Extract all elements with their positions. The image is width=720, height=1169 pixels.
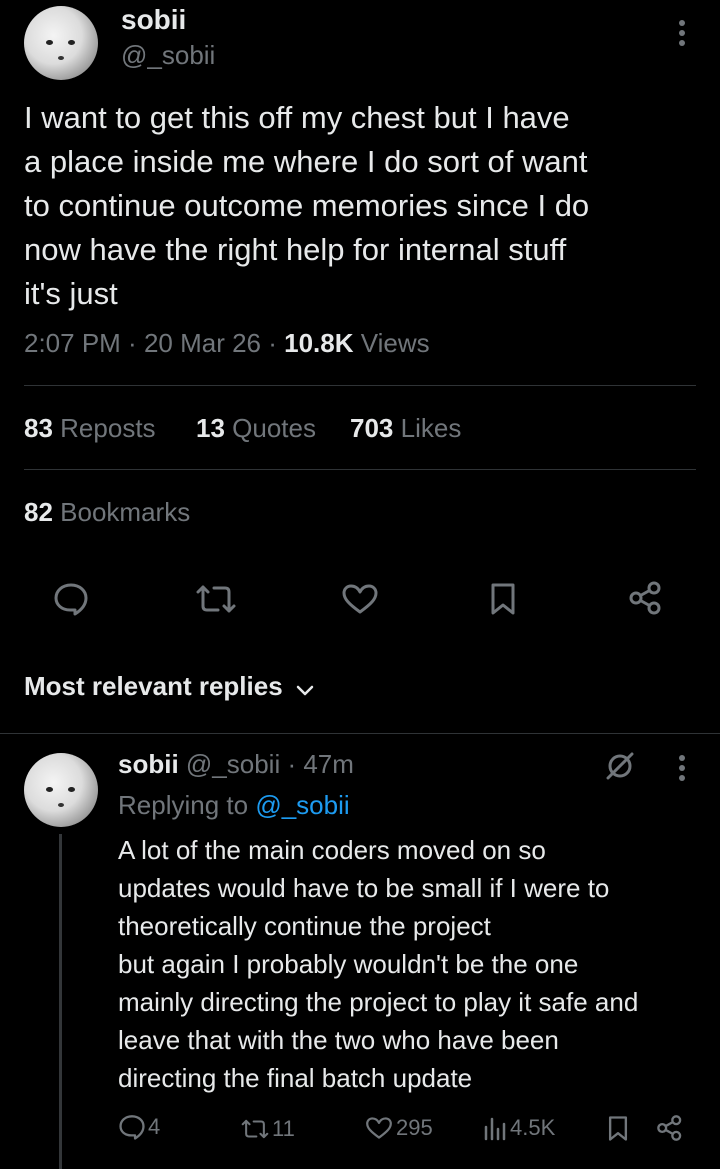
- separator-dot: ·: [120, 328, 144, 358]
- replying-to-label: Replying to: [118, 790, 249, 820]
- reposts-stat[interactable]: 83 Reposts: [24, 413, 156, 444]
- reply-reposts-count: 11: [272, 1116, 295, 1141]
- share-icon[interactable]: [656, 1114, 684, 1142]
- likes-count: 703: [350, 413, 394, 443]
- likes-stat[interactable]: 703 Likes: [350, 413, 461, 444]
- reposts-count: 83: [24, 413, 53, 443]
- reply-text-line: leave that with the two who have been: [118, 1025, 559, 1055]
- tweet-time[interactable]: 2:07 PM: [24, 328, 121, 358]
- grok-icon[interactable]: [604, 750, 636, 782]
- tweet-text-line: to continue outcome memories since I do: [24, 188, 590, 223]
- like-icon: [365, 1116, 393, 1140]
- bookmarks-stat[interactable]: 82 Bookmarks: [24, 497, 190, 528]
- reply-replies-button[interactable]: 4: [118, 1114, 160, 1140]
- avatar-eye: [68, 787, 75, 792]
- reply-age[interactable]: 47m: [303, 749, 354, 779]
- repost-icon[interactable]: [194, 584, 238, 614]
- tweet-date[interactable]: 20 Mar 26: [144, 328, 261, 358]
- reply-views-button[interactable]: 4.5K: [483, 1115, 555, 1141]
- views-icon: [483, 1115, 507, 1141]
- reply-likes-count: 295: [396, 1115, 433, 1140]
- reposts-label: Reposts: [60, 413, 156, 443]
- reply-header: sobii @_sobii · 47m: [118, 749, 354, 780]
- avatar-eye: [68, 40, 75, 45]
- tweet-meta: 2:07 PM · 20 Mar 26 · 10.8K Views: [24, 328, 430, 359]
- more-icon[interactable]: [670, 18, 694, 48]
- reply-text-line: updates would have to be small if I were…: [118, 873, 610, 903]
- replies-sort-label: Most relevant replies: [24, 671, 283, 701]
- reply-avatar[interactable]: [24, 753, 98, 827]
- separator-dot: ·: [261, 328, 285, 358]
- reply-text-line: A lot of the main coders moved on so: [118, 835, 546, 865]
- tweet-text-line: I want to get this off my chest but I ha…: [24, 100, 570, 135]
- reply-icon: [118, 1114, 146, 1140]
- reply-repost-button[interactable]: 11: [240, 1116, 295, 1142]
- replying-to: Replying to @_sobii: [118, 790, 350, 821]
- quotes-stat[interactable]: 13 Quotes: [196, 413, 316, 444]
- reply-icon[interactable]: [53, 582, 89, 616]
- bookmark-icon[interactable]: [607, 1115, 629, 1142]
- thread-line: [59, 834, 62, 1169]
- tweet-text-line: it's just: [24, 276, 118, 311]
- quotes-count: 13: [196, 413, 225, 443]
- author-avatar[interactable]: [24, 6, 98, 80]
- reply-text: A lot of the main coders moved on so upd…: [118, 831, 638, 1097]
- repost-icon: [240, 1118, 270, 1140]
- author-name[interactable]: sobii: [121, 4, 186, 36]
- bookmark-icon[interactable]: [489, 582, 517, 616]
- separator-dot: ·: [280, 749, 304, 779]
- reply-more-icon[interactable]: [670, 753, 694, 783]
- reply-text-line: mainly directing the project to play it …: [118, 987, 639, 1017]
- likes-label: Likes: [400, 413, 462, 443]
- author-handle[interactable]: @_sobii: [121, 40, 215, 71]
- tweet-text-line: a place inside me where I do sort of wan…: [24, 144, 588, 179]
- reply-like-button[interactable]: 295: [365, 1115, 433, 1141]
- avatar-nose: [58, 803, 64, 807]
- avatar-nose: [58, 56, 64, 60]
- quotes-label: Quotes: [232, 413, 316, 443]
- chevron-down-icon: [295, 684, 315, 698]
- like-icon[interactable]: [341, 583, 379, 615]
- avatar-eye: [46, 787, 53, 792]
- reply-author-name[interactable]: sobii: [118, 749, 179, 779]
- replying-to-handle[interactable]: @_sobii: [255, 790, 349, 820]
- avatar-eye: [46, 40, 53, 45]
- divider: [24, 469, 696, 470]
- share-icon[interactable]: [628, 580, 664, 616]
- bookmarks-label: Bookmarks: [60, 497, 191, 527]
- reply-text-line: directing the final batch update: [118, 1063, 473, 1093]
- divider: [24, 385, 696, 386]
- reply-text-line: theoretically continue the project: [118, 911, 491, 941]
- reply-views-count: 4.5K: [510, 1115, 556, 1140]
- tweet-text: I want to get this off my chest but I ha…: [24, 96, 589, 316]
- views-count: 10.8K: [284, 328, 354, 358]
- tweet-text-line: now have the right help for internal stu…: [24, 232, 567, 267]
- bookmarks-count: 82: [24, 497, 53, 527]
- views-label: Views: [360, 328, 430, 358]
- reply-text-line: but again I probably wouldn't be the one: [118, 949, 579, 979]
- reply-author-handle[interactable]: @_sobii: [186, 749, 280, 779]
- divider: [0, 733, 720, 734]
- replies-sort-dropdown[interactable]: Most relevant replies: [24, 671, 315, 702]
- reply-replies-count: 4: [148, 1114, 161, 1139]
